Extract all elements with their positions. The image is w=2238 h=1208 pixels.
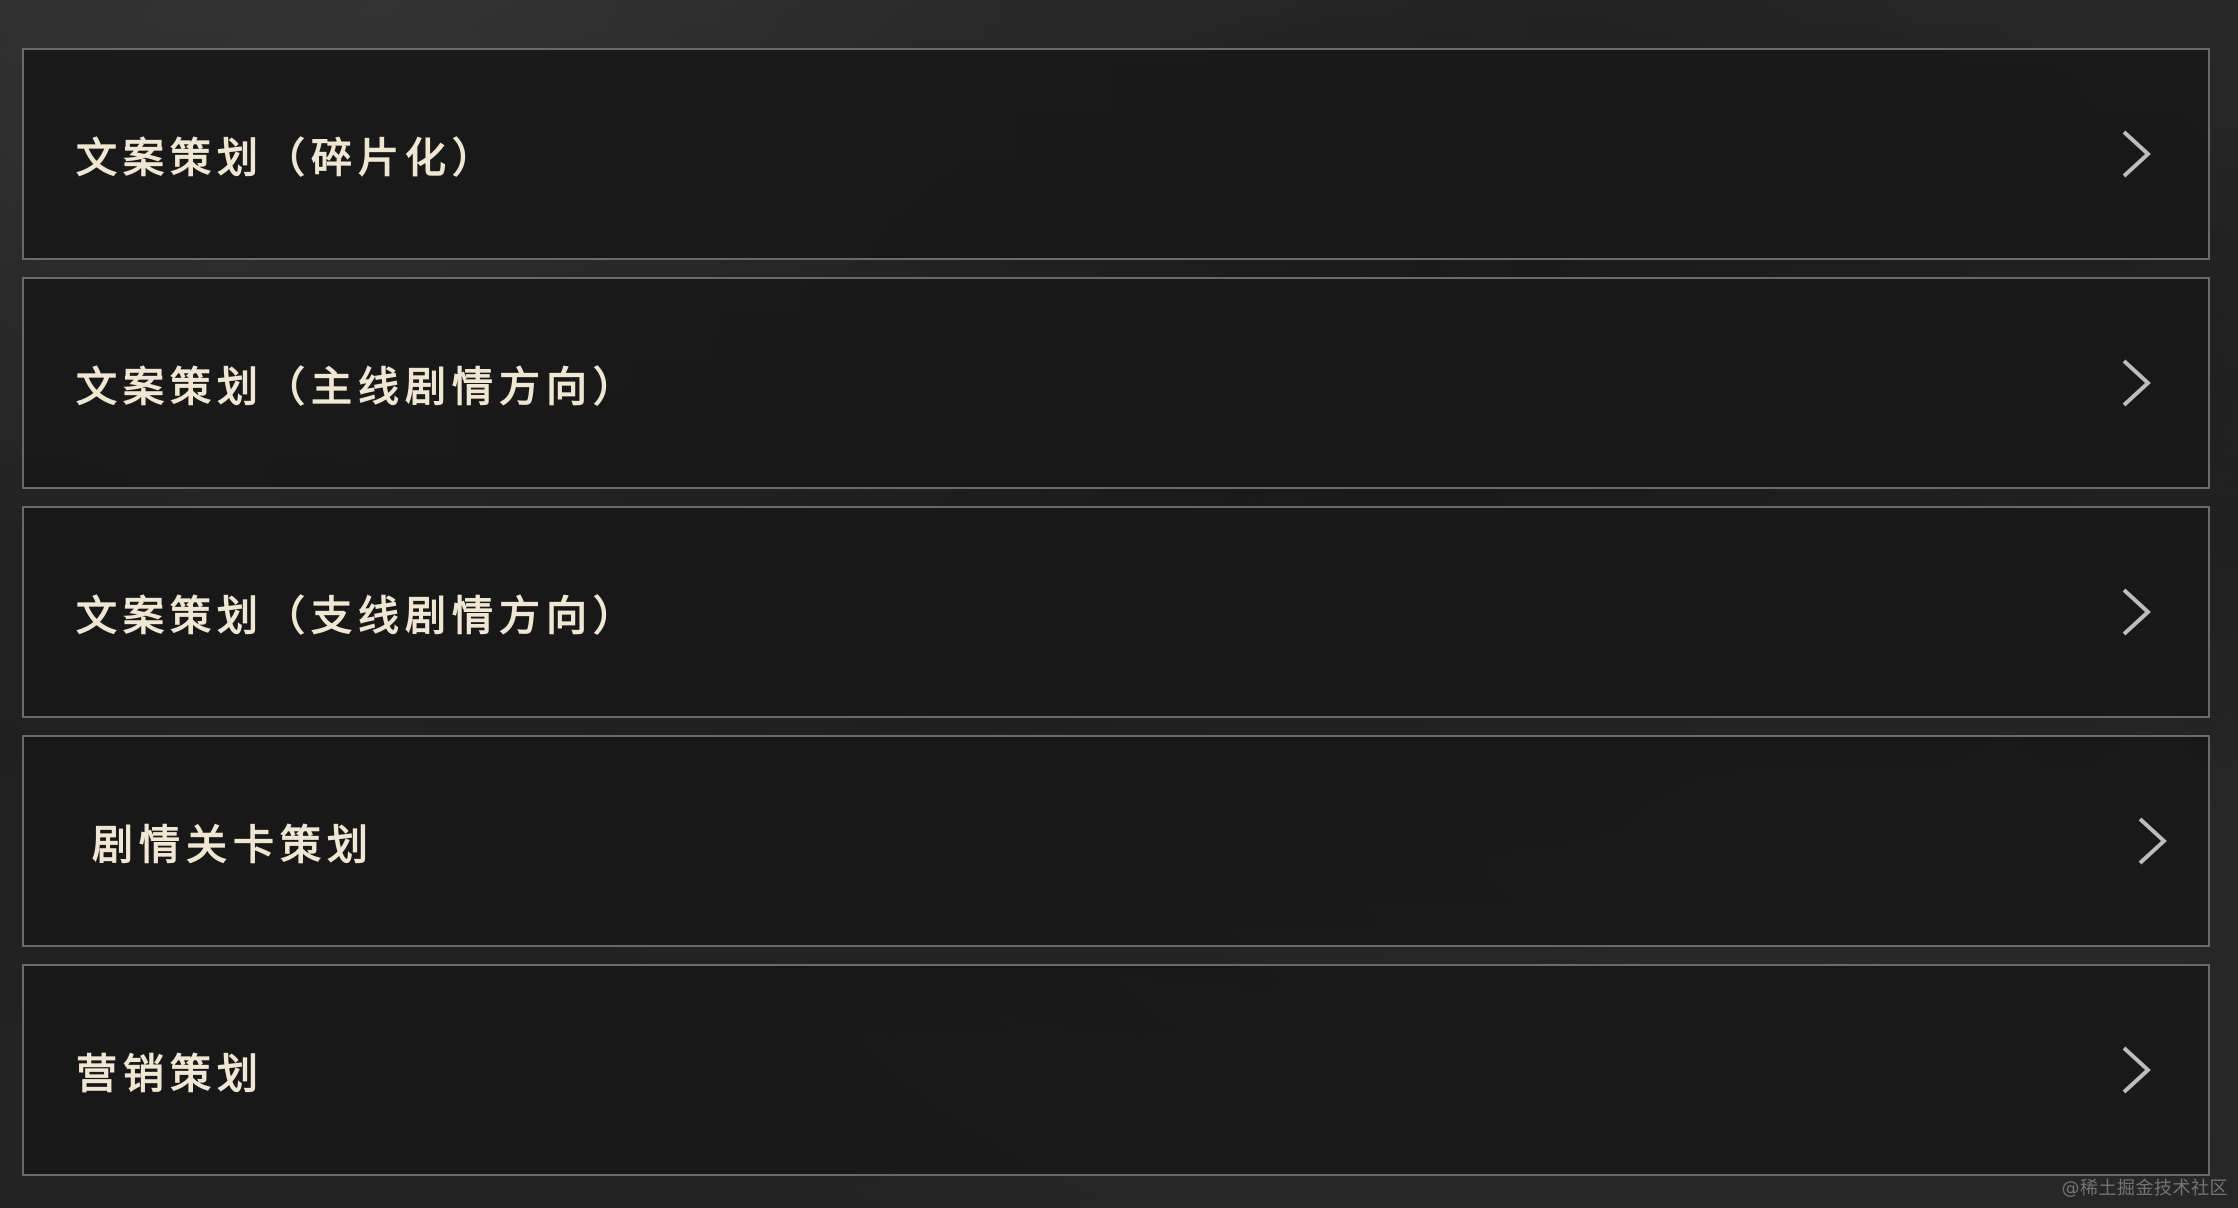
menu-item-label: 文案策划（支线剧情方向）: [76, 592, 640, 640]
chevron-right-icon: [2122, 359, 2151, 407]
category-list: 文案策划（碎片化） 文案策划（主线剧情方向） 文案策划（支线剧情方向） 剧情关卡…: [22, 48, 2210, 1178]
watermark-text: @稀土掘金技术社区: [2061, 1178, 2228, 1199]
menu-item-label: 剧情关卡策划: [92, 821, 374, 869]
menu-item-story-level-design[interactable]: 剧情关卡策划: [22, 735, 2210, 947]
chevron-right-icon: [2138, 817, 2167, 865]
menu-item-copywriting-main-story[interactable]: 文案策划（主线剧情方向）: [22, 277, 2210, 489]
menu-item-label: 文案策划（碎片化）: [76, 134, 499, 182]
menu-item-label: 营销策划: [76, 1050, 264, 1098]
menu-item-label: 文案策划（主线剧情方向）: [76, 363, 640, 411]
menu-item-marketing-planning[interactable]: 营销策划: [22, 964, 2210, 1176]
page: 文案策划（碎片化） 文案策划（主线剧情方向） 文案策划（支线剧情方向） 剧情关卡…: [0, 0, 2238, 1208]
chevron-right-icon: [2122, 130, 2151, 178]
chevron-right-icon: [2122, 588, 2151, 636]
chevron-right-icon: [2122, 1046, 2151, 1094]
menu-item-copywriting-side-story[interactable]: 文案策划（支线剧情方向）: [22, 506, 2210, 718]
menu-item-copywriting-fragmented[interactable]: 文案策划（碎片化）: [22, 48, 2210, 260]
